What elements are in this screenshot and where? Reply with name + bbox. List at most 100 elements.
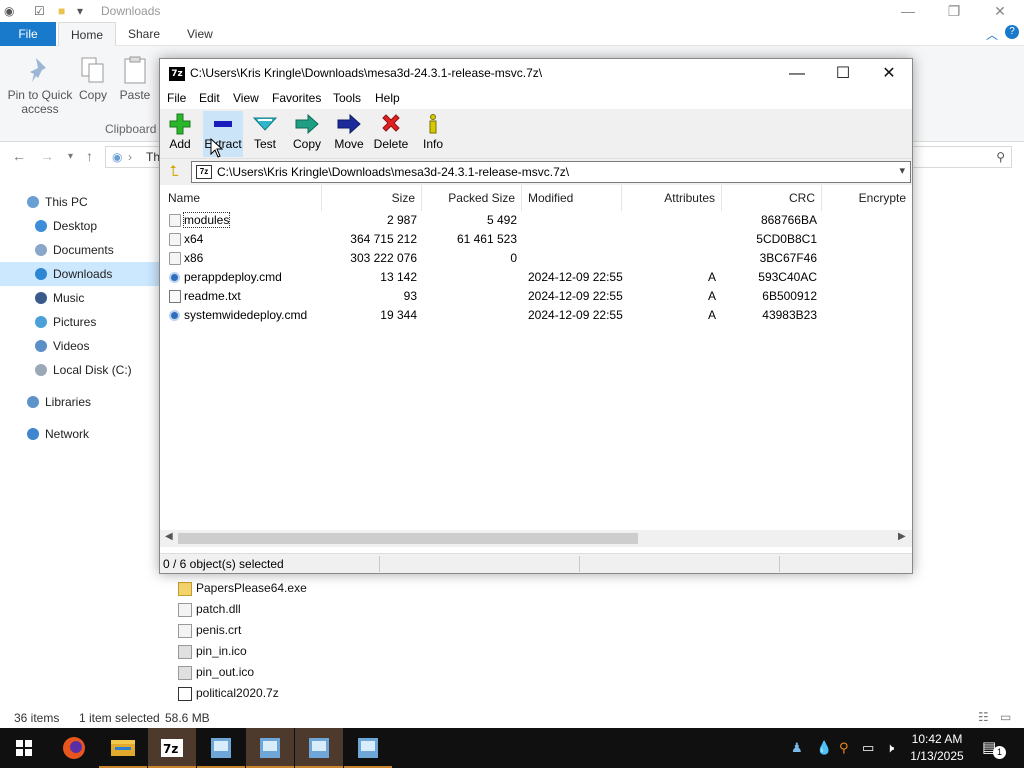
table-row[interactable]: perappdeploy.cmd 13 142 2024-12-09 22:55… bbox=[160, 268, 912, 287]
nav-item-desktop[interactable]: Desktop bbox=[0, 214, 160, 238]
menu-edit[interactable]: Edit bbox=[199, 91, 220, 105]
firefox-icon bbox=[63, 737, 85, 759]
explorer-close-icon[interactable]: ✕ bbox=[977, 0, 1023, 22]
nav-item-pictures[interactable]: Pictures bbox=[0, 310, 160, 334]
tray-volume-muted-icon[interactable]: 🕨 bbox=[886, 740, 894, 756]
column-modified[interactable]: Modified bbox=[522, 185, 622, 211]
explorer-minimize-icon[interactable]: — bbox=[885, 0, 931, 22]
tab-home[interactable]: Home bbox=[58, 22, 117, 47]
help-icon[interactable]: ? bbox=[1005, 25, 1019, 39]
minimize-icon[interactable]: — bbox=[774, 59, 820, 89]
explorer-titlebar: ◉ ☑ ■ ▾ Downloads — ❐ ✕ bbox=[0, 0, 1024, 22]
taskbar-installer-4[interactable] bbox=[344, 728, 392, 768]
tray-people-icon[interactable]: ♟ bbox=[791, 740, 803, 756]
properties-quick-icon[interactable]: ☑ bbox=[34, 4, 45, 18]
column-name[interactable]: Name bbox=[162, 185, 322, 211]
menu-favorites[interactable]: Favorites bbox=[272, 91, 321, 105]
menu-help[interactable]: Help bbox=[375, 91, 400, 105]
newfolder-quick-icon[interactable]: ■ bbox=[58, 4, 65, 18]
details-view-icon[interactable]: ☷ bbox=[978, 710, 989, 724]
column-attributes[interactable]: Attributes bbox=[622, 185, 722, 211]
tray-drop-icon[interactable]: 💧 bbox=[816, 740, 832, 756]
test-button[interactable]: Test bbox=[245, 111, 285, 157]
taskbar-installer-1[interactable] bbox=[197, 728, 245, 768]
cell-crc: 43983B23 bbox=[762, 308, 817, 322]
forward-icon[interactable]: → bbox=[40, 148, 54, 164]
tab-file[interactable]: File bbox=[0, 22, 56, 46]
pin-quick-access-button[interactable]: Pin to Quick access bbox=[6, 56, 74, 116]
tray-search-icon[interactable]: ⚲ bbox=[839, 740, 849, 756]
table-row[interactable]: x64 364 715 212 61 461 523 5CD0B8C1 bbox=[160, 230, 912, 249]
nav-item-downloads[interactable]: Downloads bbox=[0, 262, 160, 286]
up-folder-icon[interactable]: ⮤ bbox=[164, 163, 184, 181]
sevenzip-window: 7z C:\Users\Kris Kringle\Downloads\mesa3… bbox=[159, 58, 913, 574]
nav-item-music[interactable]: Music bbox=[0, 286, 160, 310]
menu-view[interactable]: View bbox=[233, 91, 259, 105]
disk-icon bbox=[35, 364, 47, 376]
delete-button[interactable]: Delete bbox=[371, 111, 411, 157]
paste-ribbon-button[interactable]: Paste bbox=[118, 56, 152, 102]
copy-ribbon-button[interactable]: Copy bbox=[76, 56, 110, 102]
nav-label: Pictures bbox=[53, 315, 97, 329]
tray-network-icon[interactable]: ▭ bbox=[862, 740, 874, 756]
column-encrypted[interactable]: Encrypte bbox=[822, 185, 912, 211]
recent-dropdown-icon[interactable]: ▾ bbox=[68, 151, 73, 162]
nav-item-local-disk[interactable]: Local Disk (C:) bbox=[0, 358, 160, 382]
taskbar-installer-3[interactable] bbox=[295, 728, 343, 768]
taskbar-7zip[interactable]: 7z bbox=[148, 728, 196, 768]
tab-share[interactable]: Share bbox=[116, 22, 172, 46]
info-label: Info bbox=[422, 137, 443, 151]
explorer-app-icon: ◉ bbox=[4, 4, 15, 18]
table-row[interactable]: x86 303 222 076 0 3BC67F46 bbox=[160, 249, 912, 268]
scrollbar-thumb[interactable] bbox=[178, 533, 638, 544]
table-row[interactable]: readme.txt 93 2024-12-09 22:55 A 6B50091… bbox=[160, 287, 912, 306]
action-center-button[interactable]: ▤ 1 bbox=[982, 738, 1006, 759]
file-name: political2020.7z bbox=[196, 686, 279, 700]
ribbon-collapse-icon[interactable]: ︿ bbox=[986, 26, 998, 43]
taskbar-clock[interactable]: 10:42 AM 1/13/2025 bbox=[900, 731, 974, 765]
back-icon[interactable]: ← bbox=[12, 148, 26, 164]
move-button[interactable]: Move bbox=[329, 111, 369, 157]
scroll-right-icon[interactable]: ▶ bbox=[898, 531, 906, 542]
taskbar-firefox[interactable] bbox=[50, 728, 98, 768]
search-icon: ⚲ bbox=[996, 150, 1005, 164]
nav-item-libraries[interactable]: Libraries bbox=[0, 390, 160, 414]
menu-tools[interactable]: Tools bbox=[333, 91, 361, 105]
horizontal-scrollbar[interactable]: ◀ ▶ bbox=[160, 530, 912, 547]
info-button[interactable]: Info bbox=[413, 111, 453, 157]
up-icon[interactable]: ↑ bbox=[86, 148, 93, 164]
taskbar-file-explorer[interactable] bbox=[99, 728, 147, 768]
sevenzip-address-bar[interactable]: 7z C:\Users\Kris Kringle\Downloads\mesa3… bbox=[191, 161, 911, 183]
start-button[interactable] bbox=[0, 728, 48, 768]
pictures-icon bbox=[35, 316, 47, 328]
address-pc-icon: ◉ bbox=[112, 150, 123, 164]
nav-label: Downloads bbox=[53, 267, 113, 281]
table-row[interactable]: modules 2 987 5 492 868766BA bbox=[160, 211, 912, 230]
menu-file[interactable]: File bbox=[167, 91, 186, 105]
nav-item-network[interactable]: Network bbox=[0, 422, 160, 446]
quick-access-dropdown-icon[interactable]: ▾ bbox=[77, 4, 83, 18]
explorer-address-bar[interactable]: ◉ › Th bbox=[105, 146, 165, 168]
maximize-icon[interactable]: ☐ bbox=[820, 59, 866, 89]
tab-view[interactable]: View bbox=[175, 22, 225, 46]
copy-button[interactable]: Copy bbox=[287, 111, 327, 157]
add-button[interactable]: Add bbox=[160, 111, 200, 157]
sevenzip-file-list: Name Size Packed Size Modified Attribute… bbox=[160, 185, 912, 537]
table-row[interactable]: systemwidedeploy.cmd 19 344 2024-12-09 2… bbox=[160, 306, 912, 325]
column-crc[interactable]: CRC bbox=[722, 185, 822, 211]
taskbar-installer-2[interactable] bbox=[246, 728, 294, 768]
nav-item-videos[interactable]: Videos bbox=[0, 334, 160, 358]
column-size[interactable]: Size bbox=[322, 185, 422, 211]
address-dropdown-icon[interactable]: ▾ bbox=[899, 164, 905, 177]
column-packed-size[interactable]: Packed Size bbox=[422, 185, 522, 211]
nav-item-documents[interactable]: Documents bbox=[0, 238, 160, 262]
scroll-left-icon[interactable]: ◀ bbox=[165, 531, 173, 542]
add-label: Add bbox=[169, 137, 191, 151]
large-icons-view-icon[interactable]: ▭ bbox=[1000, 710, 1011, 724]
cell-size: 93 bbox=[403, 289, 417, 303]
move-label: Move bbox=[334, 137, 364, 151]
nav-item-this-pc[interactable]: This PC bbox=[0, 190, 160, 214]
close-icon[interactable]: ✕ bbox=[866, 59, 912, 89]
explorer-restore-icon[interactable]: ❐ bbox=[931, 0, 977, 22]
explorer-search-input[interactable]: ⚲ bbox=[905, 146, 1012, 168]
